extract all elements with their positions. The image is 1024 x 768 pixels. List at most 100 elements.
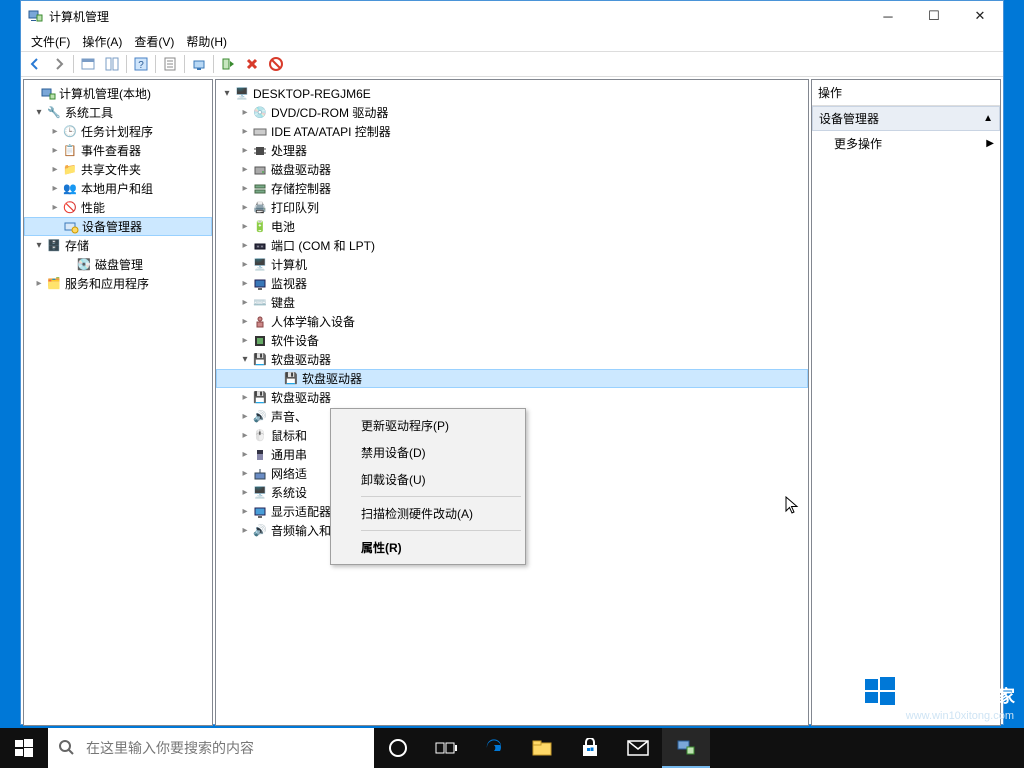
ctx-uninstall-device[interactable]: 卸载设备(U) [333,466,523,493]
tree-performance[interactable]: 🚫性能 [24,198,212,217]
disk-icon: 💽 [76,257,92,273]
device-ide[interactable]: IDE ATA/ATAPI 控制器 [216,122,808,141]
menu-help[interactable]: 帮助(H) [180,31,233,52]
expand-icon[interactable] [238,278,252,289]
device-cpu[interactable]: 处理器 [216,141,808,160]
ctx-update-driver[interactable]: 更新驱动程序(P) [333,412,523,439]
actions-section[interactable]: 设备管理器 ▲ [812,106,1000,131]
expand-icon[interactable] [238,221,252,232]
start-button[interactable] [0,728,48,768]
device-floppy-drive2[interactable]: 💾软盘驱动器 [216,388,808,407]
compmgmt-taskbar-button[interactable] [662,728,710,768]
tree-storage[interactable]: 🗄️存储 [24,236,212,255]
tree-system-tools[interactable]: 🔧系统工具 [24,103,212,122]
ctx-scan-hardware[interactable]: 扫描检测硬件改动(A) [333,500,523,527]
expand-icon[interactable] [238,449,252,460]
expand-icon[interactable] [48,145,62,156]
maximize-button[interactable]: ☐ [911,1,957,31]
expand-icon[interactable] [32,107,46,118]
device-disk[interactable]: 磁盘驱动器 [216,160,808,179]
expand-icon[interactable] [238,240,252,251]
expand-icon[interactable] [238,430,252,441]
tree-local-users[interactable]: 👥本地用户和组 [24,179,212,198]
device-dvd[interactable]: 💿DVD/CD-ROM 驱动器 [216,103,808,122]
disable-button[interactable] [241,53,263,75]
perf-icon: 🚫 [62,200,78,216]
expand-icon[interactable] [238,354,252,365]
device-floppy-ctrl[interactable]: 💾软盘驱动器 [216,350,808,369]
expand-icon[interactable] [238,468,252,479]
edge-button[interactable] [470,728,518,768]
uninstall-button[interactable] [265,53,287,75]
device-hid[interactable]: 人体学输入设备 [216,312,808,331]
back-button[interactable] [24,53,46,75]
actions-more[interactable]: 更多操作 ▶ [812,131,1000,156]
taskbar-search[interactable]: 在这里输入你要搜索的内容 [48,728,374,768]
tree-disk-mgmt[interactable]: 💽磁盘管理 [24,255,212,274]
tree-task-scheduler[interactable]: 🕒任务计划程序 [24,122,212,141]
device-storage-ctrl[interactable]: 存储控制器 [216,179,808,198]
menu-file[interactable]: 文件(F) [25,31,76,52]
device-keyboard[interactable]: ⌨️键盘 [216,293,808,312]
expand-icon[interactable] [238,487,252,498]
expand-icon[interactable] [238,392,252,403]
ctx-disable-device[interactable]: 禁用设备(D) [333,439,523,466]
tree-shared-folders[interactable]: 📁共享文件夹 [24,160,212,179]
node-label: 处理器 [271,142,307,159]
device-software[interactable]: 软件设备 [216,331,808,350]
expand-icon[interactable] [32,278,46,289]
enable-button[interactable] [217,53,239,75]
menu-view[interactable]: 查看(V) [128,31,180,52]
expand-icon[interactable] [238,126,252,137]
scan-button[interactable] [188,53,210,75]
device-ports[interactable]: 端口 (COM 和 LPT) [216,236,808,255]
cpu-icon [252,143,268,159]
device-computer[interactable]: 🖥️计算机 [216,255,808,274]
expand-icon[interactable] [238,525,252,536]
store-button[interactable] [566,728,614,768]
show-hide-button[interactable] [101,53,123,75]
expand-icon[interactable] [48,126,62,137]
mail-button[interactable] [614,728,662,768]
tree-root[interactable]: 计算机管理(本地) [24,84,212,103]
expand-icon[interactable] [238,335,252,346]
device-print[interactable]: 🖨️打印队列 [216,198,808,217]
expand-icon[interactable] [238,506,252,517]
cortana-button[interactable] [374,728,422,768]
expand-icon[interactable] [238,145,252,156]
expand-icon[interactable] [48,183,62,194]
expand-icon[interactable] [238,107,252,118]
expand-icon[interactable] [238,297,252,308]
expand-icon[interactable] [238,202,252,213]
properties-button[interactable] [159,53,181,75]
expand-icon[interactable] [220,88,234,99]
device-floppy-drive[interactable]: 💾软盘驱动器 [216,369,808,388]
expand-icon[interactable] [238,259,252,270]
tree-services-apps[interactable]: 🗂️服务和应用程序 [24,274,212,293]
speaker-icon: 🔊 [252,409,268,425]
explorer-button[interactable] [518,728,566,768]
titlebar: 计算机管理 ─ ☐ ✕ [21,1,1003,31]
console-tree[interactable]: 计算机管理(本地) 🔧系统工具 🕒任务计划程序 📋事件查看器 📁共享文件夹 👥本… [24,80,212,297]
menu-action[interactable]: 操作(A) [76,31,128,52]
expand-icon[interactable] [238,316,252,327]
close-button[interactable]: ✕ [957,1,1003,31]
minimize-button[interactable]: ─ [865,1,911,31]
device-monitor[interactable]: 监视器 [216,274,808,293]
help-button[interactable]: ? [130,53,152,75]
device-host[interactable]: 🖥️DESKTOP-REGJM6E [216,84,808,103]
up-button[interactable] [77,53,99,75]
expand-icon[interactable] [238,183,252,194]
expand-icon[interactable] [238,164,252,175]
tree-device-manager[interactable]: 设备管理器 [24,217,212,236]
expand-icon[interactable] [48,202,62,213]
expand-icon[interactable] [238,411,252,422]
taskview-button[interactable] [422,728,470,768]
tree-event-viewer[interactable]: 📋事件查看器 [24,141,212,160]
expand-icon[interactable] [32,240,46,251]
device-battery[interactable]: 🔋电池 [216,217,808,236]
expand-icon[interactable] [48,164,62,175]
node-label: 共享文件夹 [81,161,141,178]
ctx-properties[interactable]: 属性(R) [333,534,523,561]
forward-button[interactable] [48,53,70,75]
